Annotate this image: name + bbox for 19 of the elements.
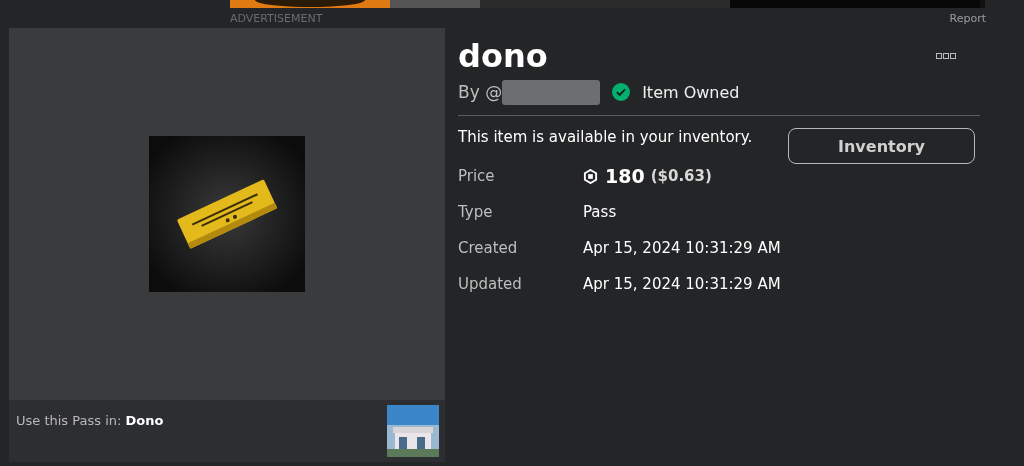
price-usd: ($0.63) bbox=[650, 167, 712, 185]
report-link[interactable]: Report bbox=[949, 11, 986, 25]
price-amount: 180 bbox=[605, 165, 645, 187]
robux-icon bbox=[583, 168, 598, 184]
detail-value: Apr 15, 2024 10:31:29 AM bbox=[583, 275, 781, 293]
place-label: Use this Pass in: Dono bbox=[16, 413, 164, 428]
detail-label: Updated bbox=[458, 275, 523, 293]
item-title: dono bbox=[458, 36, 548, 76]
detail-value: Apr 15, 2024 10:31:29 AM bbox=[583, 239, 781, 257]
detail-label: Created bbox=[458, 239, 519, 257]
detail-label: Price bbox=[458, 167, 496, 185]
inventory-button[interactable]: Inventory bbox=[788, 128, 975, 164]
detail-value: Pass bbox=[583, 203, 617, 221]
advertisement-label: ADVERTISEMENT bbox=[230, 11, 323, 25]
creator-prefix: By @ bbox=[458, 82, 503, 102]
owned-status: Item Owned bbox=[642, 82, 740, 102]
availability-text: This item is available in your inventory. bbox=[458, 128, 754, 146]
more-options-icon[interactable] bbox=[936, 53, 956, 59]
detail-label: Type bbox=[458, 203, 494, 221]
